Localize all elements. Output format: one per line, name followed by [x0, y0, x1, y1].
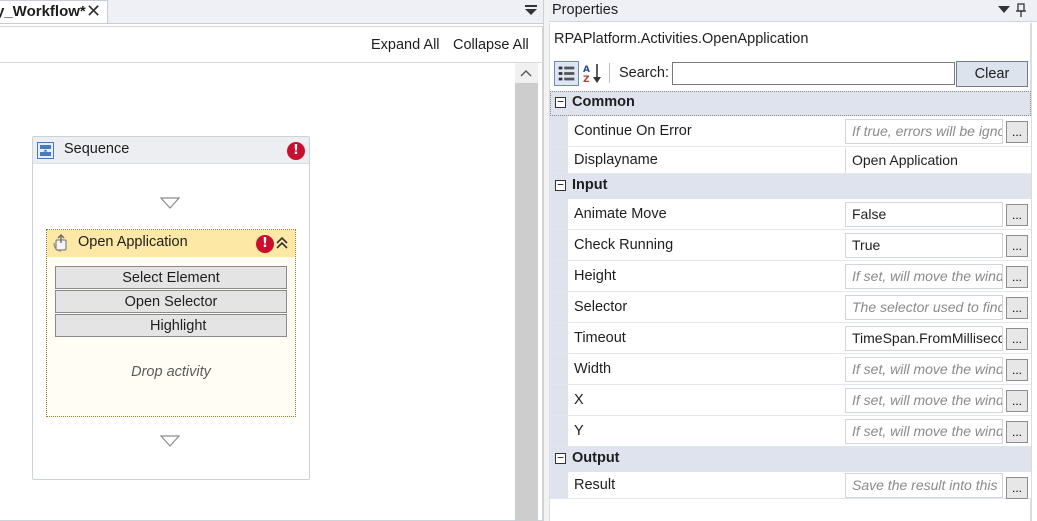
expression-editor-button[interactable]: ... [1006, 297, 1028, 319]
svg-text:Z: Z [583, 75, 590, 84]
expression-editor-button[interactable]: ... [1006, 477, 1028, 499]
property-name: Width [574, 361, 612, 377]
expression-editor-button[interactable]: ... [1006, 328, 1028, 350]
property-row-width[interactable]: Width If set, will move the window... [550, 354, 1031, 385]
collapse-toggle-icon[interactable]: − [555, 452, 566, 464]
search-input[interactable] [672, 62, 955, 85]
divider [0, 62, 543, 63]
open-application-header[interactable]: Open Application ! [47, 230, 295, 257]
property-name: Displayname [574, 152, 658, 168]
expression-editor-button[interactable]: ... [1006, 390, 1028, 412]
pin-icon[interactable] [1015, 3, 1027, 17]
category-label: Output [572, 450, 620, 466]
select-element-button[interactable]: Select Element [55, 266, 287, 289]
collapse-all-link[interactable]: Collapse All [453, 37, 529, 53]
workflow-tab[interactable]: y_Workflow* ✕ [0, 0, 108, 23]
property-row-displayname[interactable]: Displayname Open Application [550, 147, 1031, 174]
vertical-scrollbar[interactable] [515, 63, 538, 521]
property-value-width[interactable]: If set, will move the window [845, 357, 1003, 382]
collapse-chevron-icon[interactable] [275, 235, 289, 251]
collapse-toggle-icon[interactable]: − [555, 179, 566, 191]
open-application-icon [53, 234, 67, 252]
drop-arrow-icon[interactable] [160, 197, 180, 209]
activity-type-label: RPAPlatform.Activities.OpenApplication [554, 31, 809, 47]
drop-activity-hint: Drop activity [131, 364, 211, 380]
property-value-height[interactable]: If set, will move the window [845, 264, 1003, 289]
open-selector-button[interactable]: Open Selector [55, 290, 287, 313]
property-row-animate-move[interactable]: Animate Move False... [550, 199, 1031, 230]
open-application-title: Open Application [78, 234, 188, 250]
property-row-x[interactable]: X If set, will move the window... [550, 385, 1031, 416]
property-value-displayname[interactable]: Open Application [845, 148, 1030, 173]
property-name: X [574, 392, 584, 408]
document-tabstrip: y_Workflow* ✕ [0, 0, 543, 24]
property-value-timeout[interactable]: TimeSpan.FromMilliseconds [845, 326, 1003, 351]
error-icon[interactable]: ! [287, 142, 305, 160]
tab-menu-icon[interactable] [524, 3, 538, 17]
property-name: Height [574, 268, 616, 284]
property-name: Y [574, 423, 584, 439]
property-name: Check Running [574, 237, 674, 253]
properties-titlebar: Properties [549, 0, 1037, 22]
category-input[interactable]: − Input [550, 174, 1031, 199]
category-common[interactable]: − Common [550, 91, 1031, 116]
property-value-result[interactable]: Save the result into this [845, 473, 1003, 498]
property-value-x[interactable]: If set, will move the window [845, 388, 1003, 413]
property-row-result[interactable]: Result Save the result into this... [550, 472, 1031, 499]
property-row-y[interactable]: Y If set, will move the window... [550, 416, 1031, 447]
drop-arrow-icon[interactable] [160, 435, 180, 447]
scrollbar-thumb[interactable] [515, 83, 538, 521]
properties-panel: Properties RPAPlatform.Activities.OpenAp… [549, 0, 1037, 521]
category-label: Input [572, 177, 608, 193]
expression-editor-button[interactable]: ... [1006, 266, 1028, 288]
property-row-continue-on-error[interactable]: Continue On Error If true, errors will be… [550, 116, 1031, 147]
expand-all-link[interactable]: Expand All [371, 37, 440, 53]
property-row-check-running[interactable]: Check Running True... [550, 230, 1031, 261]
category-label: Common [572, 94, 635, 110]
property-value-animate-move[interactable]: False [845, 202, 1003, 227]
property-value-check-running[interactable]: True [845, 233, 1003, 258]
sequence-container[interactable]: Sequence ! Open Application ! Select Ele… [32, 136, 310, 480]
sequence-icon [37, 142, 54, 159]
highlight-button[interactable]: Highlight [55, 314, 287, 337]
alphabetical-sort-icon[interactable]: A Z [582, 62, 604, 84]
property-name: Result [574, 477, 616, 493]
svg-text:A: A [583, 65, 590, 75]
properties-title: Properties [552, 2, 619, 18]
expression-editor-button[interactable]: ... [1006, 121, 1028, 143]
expression-editor-button[interactable]: ... [1006, 359, 1028, 381]
property-name: Continue On Error [574, 123, 692, 139]
property-value-continue-on-error[interactable]: If true, errors will be ignored [845, 119, 1003, 144]
expression-editor-button[interactable]: ... [1006, 235, 1028, 257]
property-name: Animate Move [574, 206, 667, 222]
workflow-tab-label: y_Workflow* [0, 3, 86, 20]
properties-body: RPAPlatform.Activities.OpenApplication A… [549, 23, 1032, 521]
search-label: Search: [619, 65, 669, 81]
property-row-selector[interactable]: Selector The selector used to find... [550, 292, 1031, 323]
error-icon[interactable]: ! [256, 235, 274, 253]
property-value-y[interactable]: If set, will move the window [845, 419, 1003, 444]
clear-button[interactable]: Clear [956, 61, 1028, 87]
collapse-toggle-icon[interactable]: − [555, 96, 566, 108]
close-icon[interactable]: ✕ [86, 1, 101, 22]
open-application-activity[interactable]: Open Application ! Select Element Open S… [46, 229, 296, 417]
categorized-icon[interactable] [554, 61, 579, 86]
property-value-selector[interactable]: The selector used to find [845, 295, 1003, 320]
category-output[interactable]: − Output [550, 447, 1031, 472]
dropdown-icon[interactable] [998, 6, 1010, 14]
workflow-designer: y_Workflow* ✕ Expand All Collapse All Se… [0, 0, 543, 521]
property-row-height[interactable]: Height If set, will move the window... [550, 261, 1031, 292]
property-grid: − Common Continue On Error If true, errors … [550, 91, 1031, 499]
properties-toolbar: A Z Search: Clear [552, 59, 1032, 89]
toolbar-divider [609, 63, 610, 83]
property-name: Timeout [574, 330, 626, 346]
sequence-header[interactable]: Sequence ! [33, 137, 309, 164]
expression-editor-button[interactable]: ... [1006, 421, 1028, 443]
sequence-title: Sequence [64, 141, 130, 157]
scroll-up-icon[interactable] [519, 67, 533, 79]
property-name: Selector [574, 299, 628, 315]
expression-editor-button[interactable]: ... [1006, 204, 1028, 226]
property-row-timeout[interactable]: Timeout TimeSpan.FromMilliseconds... [550, 323, 1031, 354]
